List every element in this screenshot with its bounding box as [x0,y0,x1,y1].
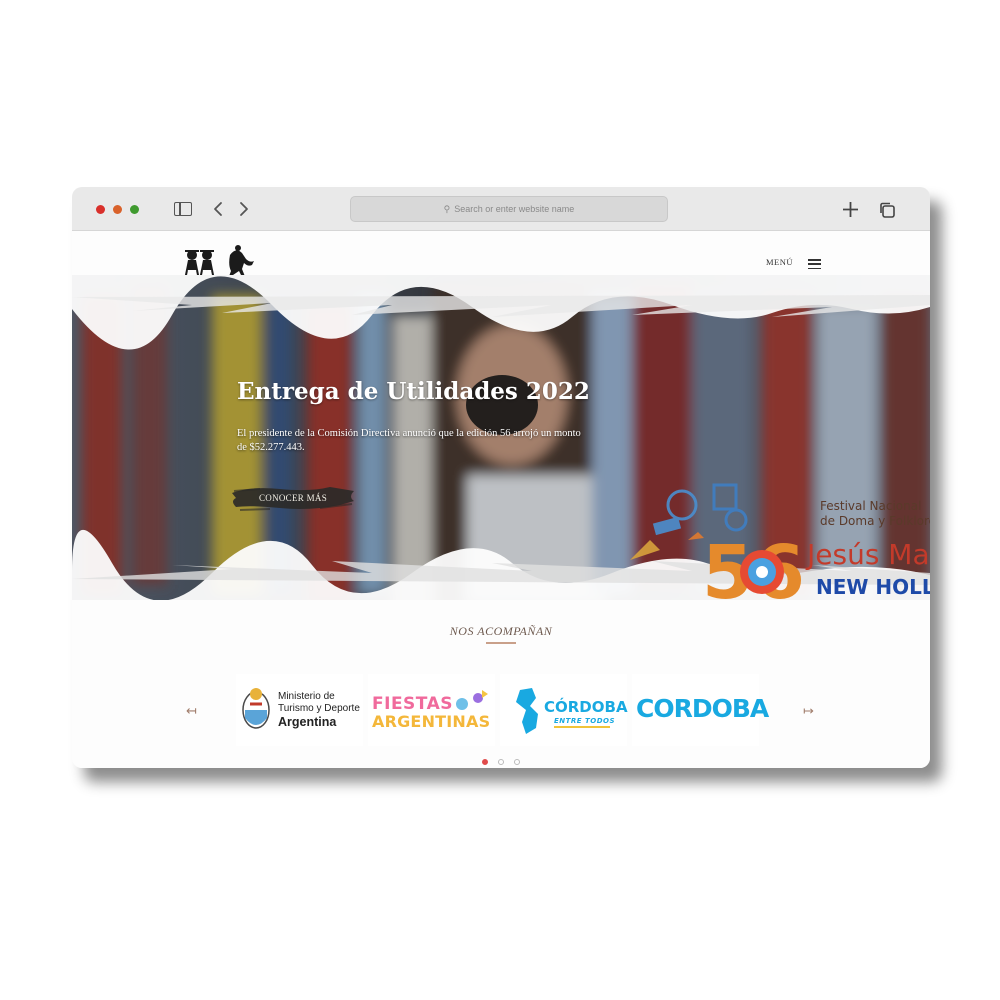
hero-subtitle: El presidente de la Comisión Directiva a… [237,428,581,453]
carousel-pagination [72,752,930,768]
browser-window: ⚲ Search or enter website name MENÚ Entr… [72,187,930,768]
address-bar[interactable]: ⚲ Search or enter website name [350,196,668,222]
arrow-left-icon[interactable]: ↤ [186,703,197,719]
cordoba-province-icon [516,688,538,734]
sponsor-logo-cordoba[interactable]: CORDOBA [632,674,769,746]
back-icon[interactable] [212,201,224,217]
festival-56-badge: 56 Festival Nacional de Doma y Folklore … [630,483,930,600]
confetti-icon [456,690,488,710]
cordoba-subtitle: ENTRE TODOS [554,717,616,725]
sponsors-title-underline [486,642,516,644]
forward-icon[interactable] [238,201,250,217]
sidebar-toggle-icon[interactable] [174,202,192,216]
festival-place: Jesús María [805,538,930,571]
festival-line2: de Doma y Folklore [820,514,930,528]
close-window-button[interactable] [96,205,105,214]
ministerio-line3: Argentina [278,715,337,729]
hero-slider: Entrega de Utilidades 2022 El presidente… [72,275,930,600]
sponsors-carousel: ↤ Ministerio de Turismo y Deporte Argent… [72,671,930,751]
cordoba-wordmark: CORDOBA [636,694,769,723]
ministerio-line2: Turismo y Deporte [278,703,360,714]
cta-label: CONOCER MÁS [258,493,328,503]
fiestas-line2: ARGENTINAS [372,712,491,731]
sponsor-logo-cordoba-entre-todos[interactable]: CÓRDOBA ENTRE TODOS [500,674,628,746]
pagination-dot-3[interactable] [514,759,521,765]
cordoba-underline [554,726,610,728]
maximize-window-button[interactable] [130,205,139,214]
conocer-mas-button[interactable]: CONOCER MÁS [230,483,356,513]
cordoba-title: CÓRDOBA [544,698,628,716]
hero-title: Entrega de Utilidades 2022 [237,378,590,405]
minimize-window-button[interactable] [113,205,122,214]
new-tab-icon[interactable] [842,201,859,218]
sponsor-logo-ministerio[interactable]: Ministerio de Turismo y Deporte Argentin… [236,674,363,746]
search-icon: ⚲ [443,204,451,214]
sponsor-logo-fiestas-argentinas[interactable]: FIESTAS ARGENTINAS [368,674,495,746]
fiestas-line1: FIESTAS [372,694,453,714]
tab-overview-icon[interactable] [878,201,896,219]
ministerio-line1: Ministerio de [278,691,335,702]
sponsors-title: NOS ACOMPAÑAN [449,624,553,638]
address-placeholder: Search or enter website name [454,204,575,214]
pagination-dot-2[interactable] [498,759,504,765]
arrow-right-icon[interactable]: ↦ [803,703,814,719]
festival-sponsor: NEW HOLLAND [816,575,930,599]
website: MENÚ Entrega de Utilidades 2022 El presi… [72,231,930,768]
hamburger-menu-icon[interactable] [808,259,821,270]
pagination-dot-1[interactable] [481,759,488,765]
browser-toolbar: ⚲ Search or enter website name [72,187,930,231]
festival-line1: Festival Nacional [820,499,921,513]
menu-label[interactable]: MENÚ [766,257,793,267]
